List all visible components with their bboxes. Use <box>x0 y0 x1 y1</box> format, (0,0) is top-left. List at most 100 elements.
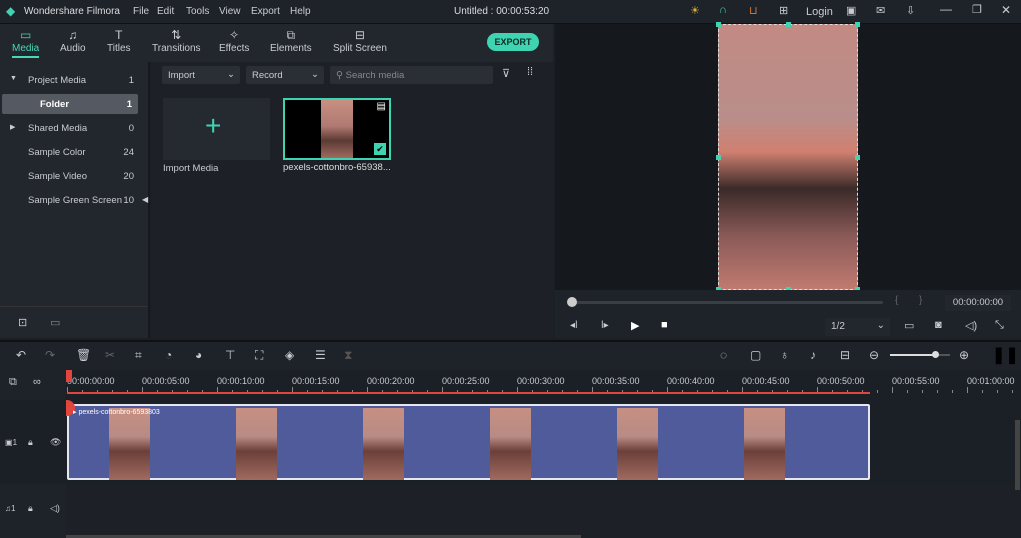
close-button[interactable]: ✕ <box>1001 3 1011 17</box>
zoom-out-icon[interactable]: ⊖ <box>869 348 879 362</box>
speaker-icon[interactable]: ◁) <box>50 503 60 514</box>
fit-timeline-icon[interactable]: ⊟ <box>840 348 850 362</box>
link-icon[interactable]: ∞ <box>33 376 41 388</box>
filter-icon[interactable]: ⊽ <box>502 67 510 80</box>
resize-handle[interactable] <box>716 155 721 160</box>
collapse-panel-icon[interactable]: ◀ <box>142 195 148 204</box>
audio-mixer-icon[interactable]: ♪ <box>810 348 816 362</box>
snapshot-camera-icon[interactable]: ◙ <box>935 319 942 331</box>
mail-icon[interactable]: ✉ <box>876 4 885 17</box>
sidebar-item-folder[interactable]: Folder 1 <box>2 94 138 114</box>
undo-icon[interactable]: ↶ <box>16 348 26 362</box>
resize-handle[interactable] <box>716 22 721 27</box>
lightbulb-icon[interactable]: ☀ <box>690 4 700 17</box>
speed-icon[interactable]: ◔ <box>165 348 172 362</box>
tab-media[interactable]: ▭ Media <box>12 28 40 58</box>
play-frame-icon[interactable]: ǀ▸ <box>601 320 609 331</box>
ruler-tick <box>967 387 968 393</box>
play-icon[interactable]: ▶ <box>631 319 639 332</box>
tab-audio[interactable]: ♫ Audio <box>60 28 86 54</box>
mark-out-icon[interactable]: } <box>919 295 922 306</box>
sidebar-item-sample-color[interactable]: Sample Color 24 <box>0 142 140 162</box>
sidebar-item-project-media[interactable]: ▼ Project Media 1 <box>0 70 140 90</box>
resize-handle[interactable] <box>855 22 860 27</box>
tab-effects[interactable]: ✧ Effects <box>219 28 249 54</box>
eye-icon[interactable]: 👁︎ <box>50 437 61 448</box>
menu-export[interactable]: Export <box>251 6 280 17</box>
volume-icon[interactable]: ◁) <box>965 319 977 332</box>
playhead-handle[interactable] <box>66 370 72 382</box>
display-settings-icon[interactable]: ▭ <box>904 319 914 332</box>
stop-icon[interactable]: ■ <box>661 319 668 331</box>
adjust-icon[interactable]: ☰ <box>315 348 326 362</box>
menu-view[interactable]: View <box>219 6 241 17</box>
resize-handle[interactable] <box>855 155 860 160</box>
lock-icon[interactable]: 🔒︎ <box>28 437 33 448</box>
keyframe-icon[interactable]: ◈ <box>285 348 294 362</box>
cut-icon[interactable]: ✂ <box>105 348 115 362</box>
marker-icon[interactable]: ▢ <box>750 348 761 362</box>
tab-elements[interactable]: ⧉ Elements <box>270 28 312 54</box>
login-button[interactable]: Login <box>806 6 833 18</box>
color-palette-icon[interactable]: ◕ <box>195 348 202 362</box>
clip-thumbnail <box>744 408 785 480</box>
menu-tools[interactable]: Tools <box>186 6 209 17</box>
mark-in-icon[interactable]: { <box>895 295 898 306</box>
add-track-icon[interactable]: ⧉ <box>9 376 17 389</box>
tab-split-screen[interactable]: ⊟ Split Screen <box>333 28 387 54</box>
support-headset-icon[interactable]: ∩ <box>719 4 727 16</box>
tab-titles[interactable]: T Titles <box>107 28 131 54</box>
delete-icon[interactable]: 🗑 <box>76 348 91 362</box>
zoom-in-icon[interactable]: ⊕ <box>959 348 969 362</box>
media-clip-tile[interactable]: ▤ ✔ <box>283 98 391 160</box>
crop-icon[interactable]: ⌗ <box>135 348 142 363</box>
search-media-input[interactable]: ⚲ Search media <box>330 66 493 84</box>
zoom-slider[interactable] <box>890 351 950 358</box>
folder-icon[interactable]: ▭ <box>50 316 60 329</box>
previous-frame-icon[interactable]: ◂ǀ <box>570 320 578 331</box>
record-dropdown[interactable]: Record ⌄ <box>246 66 324 84</box>
menu-help[interactable]: Help <box>290 6 311 17</box>
media-sidebar: ▼ Project Media 1 Folder 1 ▶ Shared Media 0 S… <box>0 62 150 338</box>
tab-transitions[interactable]: ⇅ Transitions <box>152 28 201 54</box>
quality-dropdown[interactable]: 1/2 ⌄ <box>825 318 890 336</box>
media-library: Import ⌄ Record ⌄ ⚲ Search media ⊽ ⁞⁞ + Im… <box>152 62 553 338</box>
sidebar-item-shared-media[interactable]: ▶ Shared Media 0 <box>0 118 140 138</box>
menu-file[interactable]: File <box>133 6 149 17</box>
gift-icon[interactable]: ⊞ <box>779 4 788 17</box>
minimize-button[interactable]: — <box>940 2 952 16</box>
fullscreen-icon[interactable]: ⤡ <box>995 319 1004 332</box>
resize-handle[interactable] <box>786 22 791 27</box>
ruler-tick <box>922 390 923 393</box>
video-track-icon: ▣1 <box>5 438 18 447</box>
ruler-tick <box>892 387 893 393</box>
sidebar-item-sample-video[interactable]: Sample Video 20 <box>0 166 140 186</box>
render-preview-icon[interactable]: ◌ <box>720 348 727 362</box>
timeline-video-clip[interactable]: ▸ pexels-cottonbro-6593803 <box>67 404 870 480</box>
save-icon[interactable]: ▣ <box>846 4 856 17</box>
audio-track-icon: ♫1 <box>5 504 16 513</box>
seek-handle[interactable] <box>567 297 577 307</box>
grid-view-icon[interactable]: ⁞⁞ <box>527 66 533 78</box>
clip-thumbnail <box>617 408 658 480</box>
expand-down-icon: ▼ <box>10 75 17 82</box>
new-folder-icon[interactable]: ⊡ <box>18 316 27 329</box>
green-screen-icon[interactable]: ⊤ <box>225 348 235 362</box>
download-icon[interactable]: ⇩ <box>906 4 915 17</box>
preview-video-frame[interactable] <box>716 22 860 292</box>
export-button[interactable]: EXPORT <box>487 33 539 51</box>
microphone-icon[interactable]: ♁ <box>780 348 789 362</box>
vertical-scrollbar[interactable] <box>1015 420 1020 490</box>
panel-toggle-icon[interactable]: ❚❚ <box>992 345 1019 365</box>
sidebar-item-sample-green-screen[interactable]: Sample Green Screen 10 <box>0 190 140 210</box>
redo-icon[interactable]: ↷ <box>45 348 55 362</box>
restore-button[interactable]: ❐ <box>972 3 982 16</box>
import-media-tile[interactable]: + <box>163 98 270 160</box>
import-dropdown[interactable]: Import ⌄ <box>162 66 240 84</box>
cart-icon[interactable]: ⊔ <box>749 4 758 17</box>
lock-icon[interactable]: 🔒︎ <box>28 503 33 514</box>
stabilize-icon[interactable]: ⛶ <box>255 348 263 363</box>
audio-split-icon[interactable]: ⧗ <box>344 348 352 363</box>
menu-edit[interactable]: Edit <box>157 6 174 17</box>
seek-bar[interactable] <box>571 301 883 304</box>
